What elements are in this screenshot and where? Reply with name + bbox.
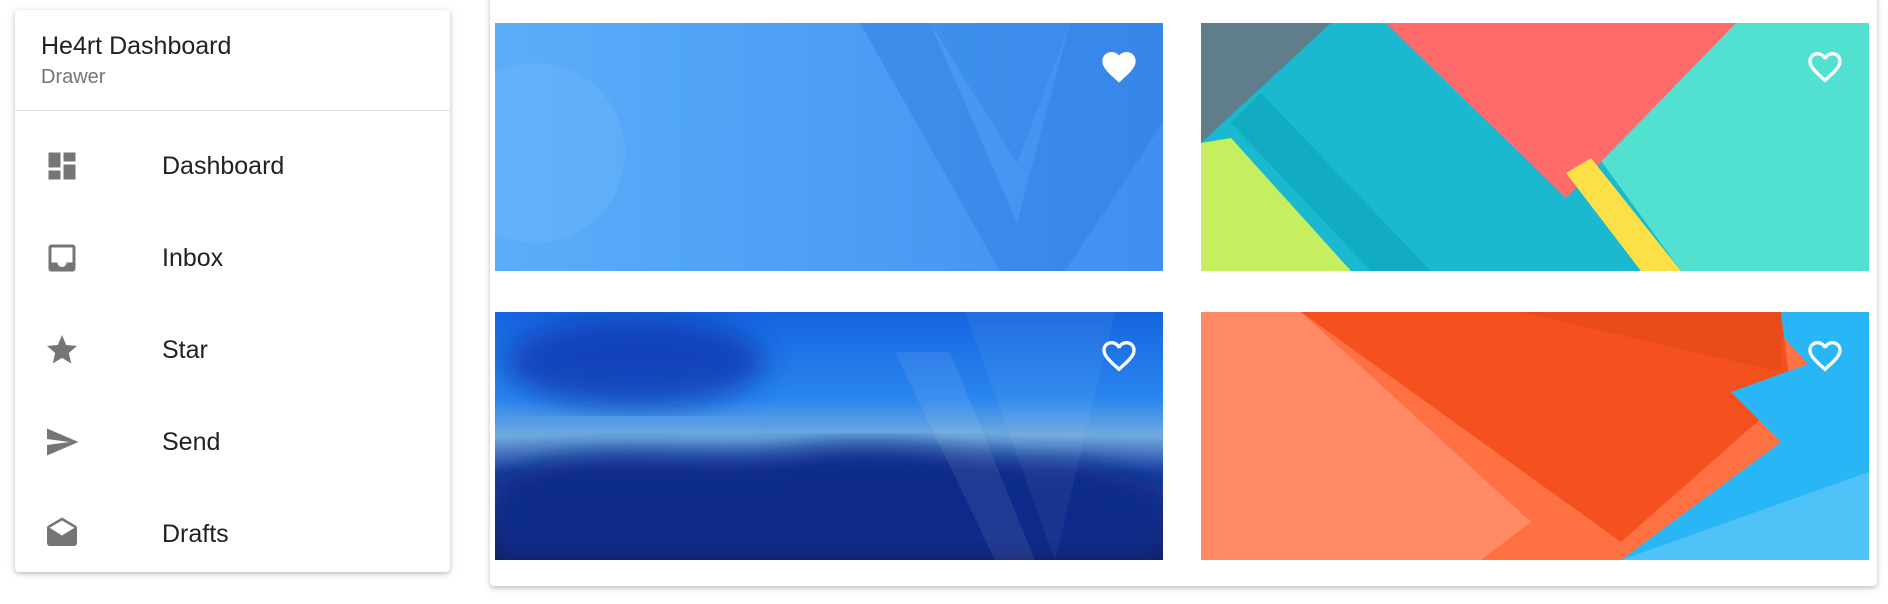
- tile-image-3: [495, 312, 1163, 560]
- favorite-border-icon[interactable]: [1097, 334, 1141, 378]
- image-card-grid: [490, 0, 1877, 586]
- nav-item-dashboard[interactable]: Dashboard: [15, 120, 450, 212]
- dashboard-icon: [43, 147, 81, 185]
- nav-item-send[interactable]: Send: [15, 396, 450, 488]
- tile-image-1: [495, 23, 1163, 271]
- nav-list: Dashboard Inbox Star Send Drafts: [15, 111, 450, 572]
- star-icon: [43, 331, 81, 369]
- image-tile-2[interactable]: [1201, 23, 1869, 271]
- favorite-border-icon[interactable]: [1803, 334, 1847, 378]
- nav-label-star: Star: [162, 335, 208, 364]
- nav-label-send: Send: [162, 427, 221, 456]
- image-tile-3[interactable]: [495, 312, 1163, 560]
- tile-image-2: [1201, 23, 1869, 271]
- nav-label-drafts: Drafts: [162, 519, 229, 548]
- nav-item-drafts[interactable]: Drafts: [15, 488, 450, 572]
- drafts-icon: [43, 515, 81, 553]
- nav-label-inbox: Inbox: [162, 243, 224, 272]
- inbox-icon: [43, 239, 81, 277]
- image-tile-1[interactable]: [495, 23, 1163, 271]
- drawer-header: He4rt Dashboard Drawer: [15, 10, 450, 111]
- image-tile-4[interactable]: [1201, 312, 1869, 560]
- nav-label-dashboard: Dashboard: [162, 151, 285, 180]
- tile-image-4: [1201, 312, 1869, 560]
- favorite-icon[interactable]: [1097, 45, 1141, 89]
- nav-item-star[interactable]: Star: [15, 304, 450, 396]
- navigation-drawer: He4rt Dashboard Drawer Dashboard Inbox S…: [15, 10, 450, 572]
- drawer-subtitle: Drawer: [41, 66, 106, 88]
- drawer-title: He4rt Dashboard: [41, 32, 232, 60]
- nav-item-inbox[interactable]: Inbox: [15, 212, 450, 304]
- favorite-border-icon[interactable]: [1803, 45, 1847, 89]
- send-icon: [43, 423, 81, 461]
